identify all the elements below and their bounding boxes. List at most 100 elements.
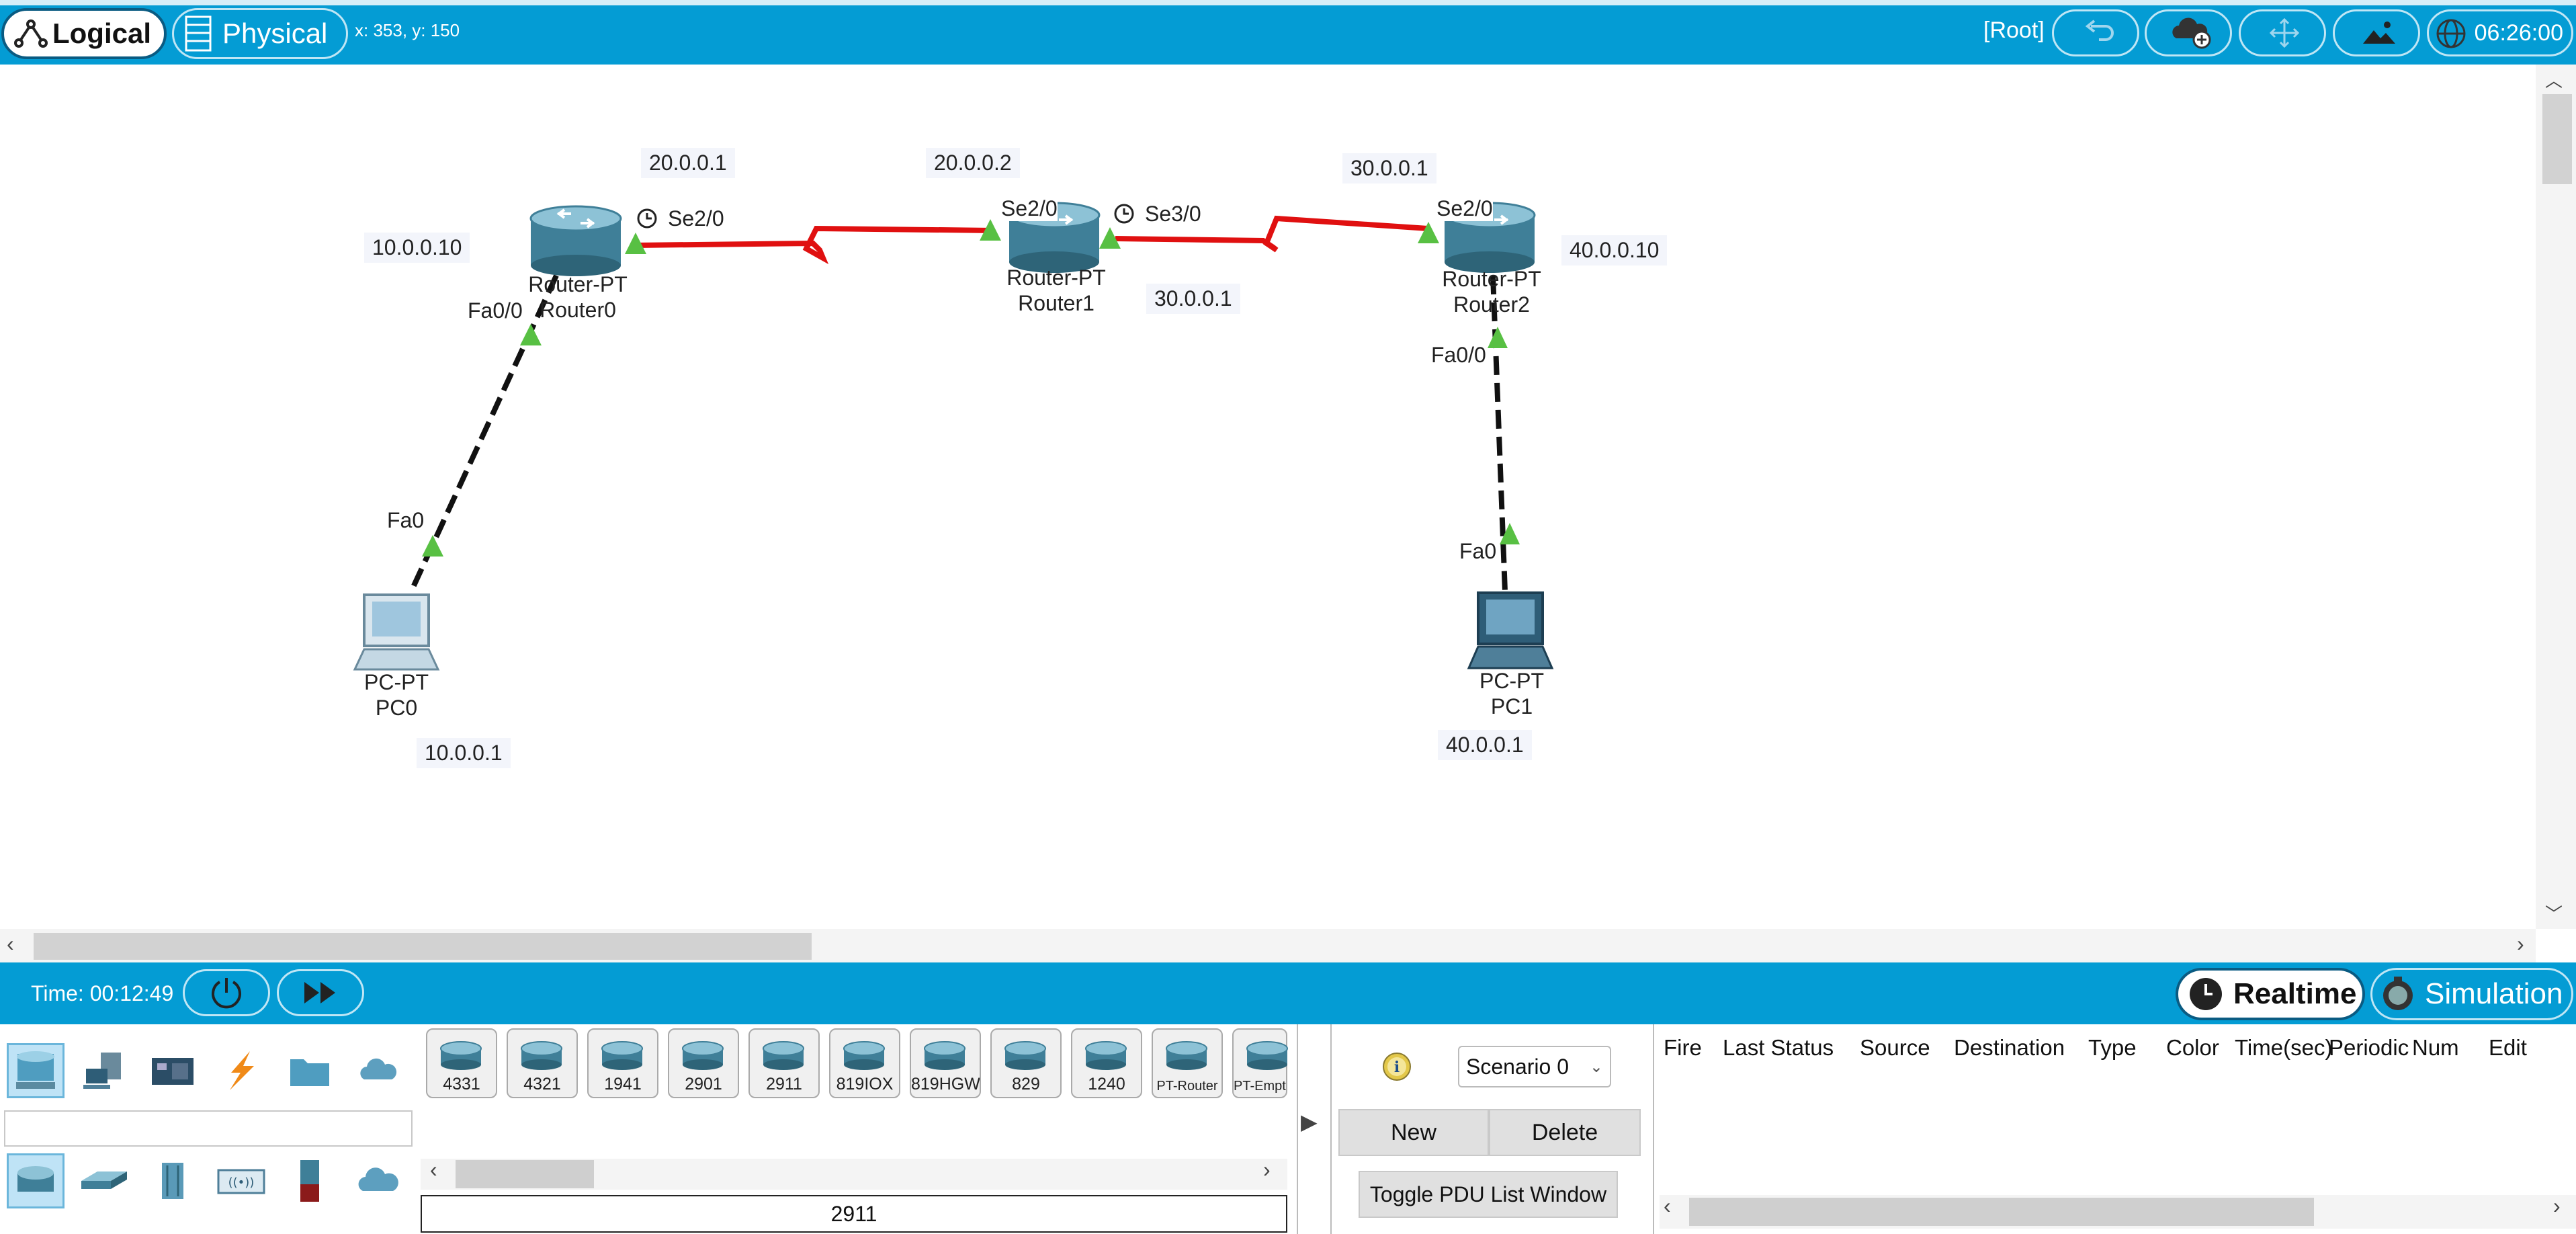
simulation-time: Time: 00:12:49 [31,981,174,1005]
device-model-label: 819HGW [911,1075,980,1094]
router1-caption: Router-PT Router1 [996,265,1117,316]
subcategory-security[interactable] [281,1153,339,1208]
ip-note-pc0[interactable]: 10.0.0.1 [417,738,511,768]
cloud-icon [360,1058,397,1079]
ip-note-pc1[interactable]: 40.0.0.1 [1438,730,1532,760]
router-model-icon [924,1041,965,1070]
scroll-right-arrow-icon[interactable]: › [2517,932,2524,956]
ip-note-r0-fa[interactable]: 10.0.0.10 [364,233,470,263]
subcategory-wireless[interactable]: ((•)) [212,1153,270,1208]
vertical-scroll-thumb[interactable] [2542,94,2572,184]
port-label-r1-se2: Se2/0 [1001,196,1058,221]
pdu-column-header[interactable]: Type [2088,1035,2137,1061]
router0-icon[interactable] [529,205,622,276]
pdu-column-header[interactable]: Color [2166,1035,2219,1061]
subcategory-switches[interactable] [75,1153,133,1208]
expand-panel-arrow-icon[interactable]: ▶ [1301,1109,1318,1135]
scroll-up-arrow-icon[interactable]: ︿ [2545,67,2563,92]
pc0-caption: PC-PT PC0 [336,669,457,721]
pc1-icon[interactable] [1467,591,1554,669]
pdu-list-scroll-thumb[interactable] [1689,1198,2314,1226]
fast-forward-button[interactable] [277,969,364,1016]
pdu-column-header[interactable]: Periodic [2329,1035,2409,1061]
info-icon[interactable]: i [1380,1050,1414,1083]
device-model-label: PT-Router [1156,1079,1218,1094]
ip-note-r2-se[interactable]: 30.0.0.1 [1342,153,1436,183]
device-model-label: 4321 [523,1075,561,1094]
model-scroll-left-icon[interactable]: ‹ [430,1157,437,1182]
serial-link-r0-r1[interactable] [634,225,995,265]
device-model-tile[interactable]: 1240 [1071,1028,1142,1098]
ip-note-r1-se3[interactable]: 30.0.0.1 [1146,284,1240,314]
category-network-devices[interactable] [7,1043,65,1098]
device-model-tile[interactable]: 819IOX [829,1028,900,1098]
scroll-down-arrow-icon[interactable]: ﹀ [2545,901,2563,926]
ip-note-r2-fa[interactable]: 40.0.0.10 [1561,235,1668,265]
firewall-icon [300,1160,319,1202]
device-model-tile[interactable]: 2911 [748,1028,820,1098]
router-icon [17,1166,54,1192]
components-icon [152,1058,194,1085]
clock-icon [2190,978,2222,1010]
category-multiuser[interactable] [349,1043,407,1098]
pdu-column-header[interactable]: Last Status [1723,1035,1834,1061]
device-model-tile[interactable]: PT-Router [1152,1028,1223,1098]
horizontal-scroll-thumb[interactable] [34,933,812,960]
pdu-column-header[interactable]: Edit [2489,1035,2527,1061]
pdu-column-header[interactable]: Source [1860,1035,1930,1061]
delete-scenario-button[interactable]: Delete [1489,1109,1641,1156]
category-connections[interactable] [212,1043,270,1098]
vertical-scrollbar[interactable] [2536,65,2576,929]
device-model-tile[interactable]: PT-Empty [1232,1028,1288,1098]
subcategory-wan-emulation[interactable] [349,1153,407,1208]
power-cycle-icon [212,978,241,1009]
category-miscellaneous[interactable] [281,1043,339,1098]
port-label-pc0-fa: Fa0 [387,508,425,533]
realtime-mode-button[interactable]: Realtime [2176,968,2365,1020]
category-end-devices[interactable] [75,1043,133,1098]
port-label-r2-se: Se2/0 [1436,196,1493,221]
toggle-pdu-list-button[interactable]: Toggle PDU List Window [1359,1171,1618,1218]
new-scenario-button[interactable]: New [1338,1109,1489,1156]
pdu-column-header[interactable]: Fire [1664,1035,1702,1061]
model-scroll-right-icon[interactable]: › [1263,1157,1271,1182]
device-model-tile[interactable]: 4331 [426,1028,497,1098]
router-model-icon [1246,1041,1288,1070]
power-cycle-button[interactable] [183,969,270,1016]
model-list-scroll-thumb[interactable] [456,1160,594,1188]
pdu-column-header[interactable]: Destination [1954,1035,2065,1061]
subcategory-routers[interactable] [7,1153,65,1208]
pc0-icon[interactable] [353,593,440,671]
device-model-tile[interactable]: 2901 [668,1028,739,1098]
device-model-tile[interactable]: 819HGW [910,1028,981,1098]
chevron-down-icon: ⌄ [1589,1057,1603,1076]
category-components[interactable] [144,1043,202,1098]
pc1-name: PC1 [1490,694,1533,718]
pdu-scroll-right-icon[interactable]: › [2553,1194,2561,1219]
network-devices-icon [16,1051,55,1089]
panel-divider [1653,1024,1654,1234]
router1-type: Router-PT [1006,265,1106,290]
device-model-label: PT-Empty [1234,1079,1286,1094]
ip-note-r0-se[interactable]: 20.0.0.1 [641,148,735,178]
pdu-column-header[interactable]: Time(sec) [2235,1035,2332,1061]
wan-cloud-icon [358,1167,398,1191]
scenario-select[interactable]: Scenario 0 ⌄ [1458,1046,1611,1087]
port-label-r0-se: Se2/0 [668,206,724,231]
dce-clock-icon-r0 [637,208,657,229]
pdu-scroll-left-icon[interactable]: ‹ [1664,1194,1671,1219]
router1-name: Router1 [1018,291,1094,315]
subcategory-hubs[interactable] [144,1153,202,1208]
scroll-left-arrow-icon[interactable]: ‹ [7,932,14,956]
device-model-tile[interactable]: 829 [990,1028,1062,1098]
device-model-tile[interactable]: 1941 [587,1028,658,1098]
svg-text:i: i [1394,1059,1400,1076]
pdu-column-header[interactable]: Num [2412,1035,2459,1061]
ip-note-r1-se2[interactable]: 20.0.0.2 [926,148,1020,178]
device-search-input[interactable] [4,1110,413,1147]
end-devices-icon [83,1053,121,1089]
pc0-name: PC0 [375,696,418,720]
port-status-r2-se [1418,222,1439,243]
simulation-mode-button[interactable]: Simulation [2370,968,2573,1020]
device-model-tile[interactable]: 4321 [507,1028,578,1098]
